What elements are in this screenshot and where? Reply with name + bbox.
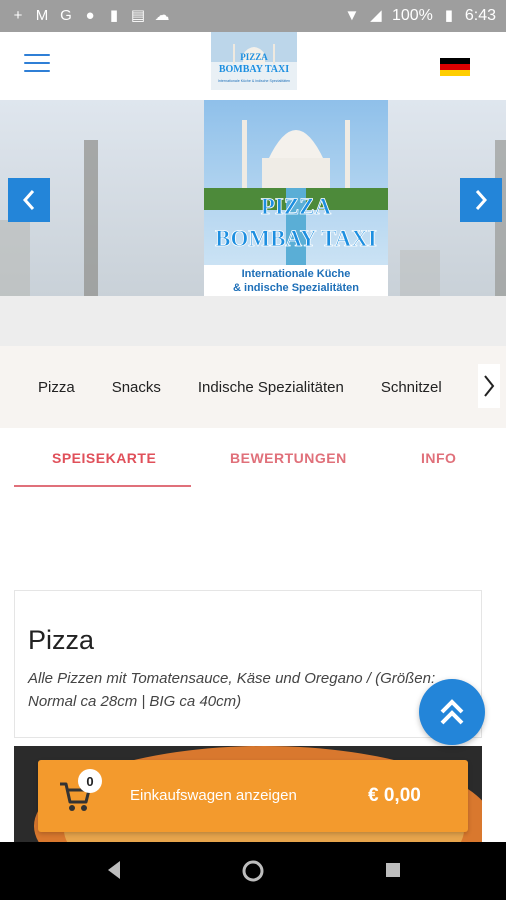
cloud-icon: ☁ <box>154 7 170 24</box>
section-title: Pizza <box>28 625 95 655</box>
back-icon[interactable] <box>104 859 124 881</box>
banner-subtitle-line1: Internationale Küche <box>242 268 351 280</box>
view-cart-button[interactable]: 0 Einkaufswagen anzeigen € 0,00 <box>38 760 468 832</box>
chevron-right-icon <box>484 375 495 397</box>
category-bar: Pizza Snacks Indische Spezialitäten Schn… <box>0 346 506 428</box>
category-snacks[interactable]: Snacks <box>112 379 161 396</box>
logo-tagline: Internationale Küche & indische Speziali… <box>218 79 290 83</box>
category-pizza[interactable]: Pizza <box>38 379 75 396</box>
category-schnitzel[interactable]: Schnitzel <box>381 379 442 396</box>
cart-total-price: € 0,00 <box>368 785 421 806</box>
active-tab-indicator <box>14 485 191 487</box>
banner-title-line1: PIZZA <box>261 194 332 219</box>
tab-bewertungen[interactable]: BEWERTUNGEN <box>230 450 347 466</box>
battery-percent: 100% <box>391 7 433 24</box>
clock: 6:43 <box>464 7 496 24</box>
menu-section-card: Pizza Alle Pizzen mit Tomatensauce, Käse… <box>14 590 482 738</box>
notification-icons: + M G ● ▮ ▤ ☁ <box>10 8 170 24</box>
restaurant-logo[interactable]: PIZZA BOMBAY TAXI Internationale Küche &… <box>211 32 297 90</box>
section-description: Alle Pizzen mit Tomatensauce, Käse und O… <box>28 670 436 710</box>
plus-icon: + <box>13 7 23 24</box>
chevron-right-icon <box>475 190 488 210</box>
cart-label: Einkaufswagen anzeigen <box>130 787 297 804</box>
tab-info[interactable]: INFO <box>421 450 456 466</box>
category-next-button[interactable] <box>478 364 500 408</box>
app-screen: + M G ● ▮ ▤ ☁ ▼ ◢ 100% ▮ 6:43 PIZZA BOMB… <box>0 0 506 900</box>
banner-spacer <box>0 296 506 346</box>
gmail-icon: M <box>35 7 49 24</box>
double-chevron-up-icon <box>440 699 464 725</box>
system-icons: ▼ ◢ 100% ▮ 6:43 <box>344 7 497 25</box>
menu-icon[interactable] <box>24 54 50 76</box>
battery-icon: ▮ <box>444 7 453 24</box>
news-icon: ▤ <box>130 7 146 24</box>
chevron-left-icon <box>22 190 35 210</box>
home-icon[interactable] <box>241 859 265 883</box>
banner-next-button[interactable] <box>460 178 502 222</box>
google-icon: G <box>60 7 72 24</box>
logo-line1: PIZZA <box>240 52 268 62</box>
scroll-to-top-button[interactable] <box>419 679 485 745</box>
banner-carousel: PIZZA BOMBAY TAXI Internationale Küche &… <box>0 100 506 296</box>
sd-card-icon: ▮ <box>109 7 119 24</box>
logo-line2: BOMBAY TAXI <box>219 64 289 75</box>
tab-speisekarte[interactable]: SPEISEKARTE <box>52 450 156 466</box>
app-header: PIZZA BOMBAY TAXI Internationale Küche &… <box>0 32 506 100</box>
category-indische-spezialitaeten[interactable]: Indische Spezialitäten <box>198 379 344 396</box>
signal-icon: ◢ <box>370 7 382 24</box>
tab-bar: SPEISEKARTE BEWERTUNGEN INFO <box>0 430 506 488</box>
banner-prev-button[interactable] <box>8 178 50 222</box>
circle-icon: ● <box>85 7 95 24</box>
system-navigation-bar <box>0 842 506 900</box>
recent-apps-icon[interactable] <box>384 861 402 879</box>
status-bar: + M G ● ▮ ▤ ☁ ▼ ◢ 100% ▮ 6:43 <box>0 0 506 32</box>
banner-subtitle-line2: & indische Spezialitäten <box>233 282 359 294</box>
cart-count-badge: 0 <box>78 769 102 793</box>
banner-image: PIZZA BOMBAY TAXI Internationale Küche &… <box>0 100 506 296</box>
banner-title-line2: BOMBAY TAXI <box>215 226 377 251</box>
wifi-icon: ▼ <box>344 7 360 24</box>
german-flag-icon[interactable] <box>440 58 470 76</box>
